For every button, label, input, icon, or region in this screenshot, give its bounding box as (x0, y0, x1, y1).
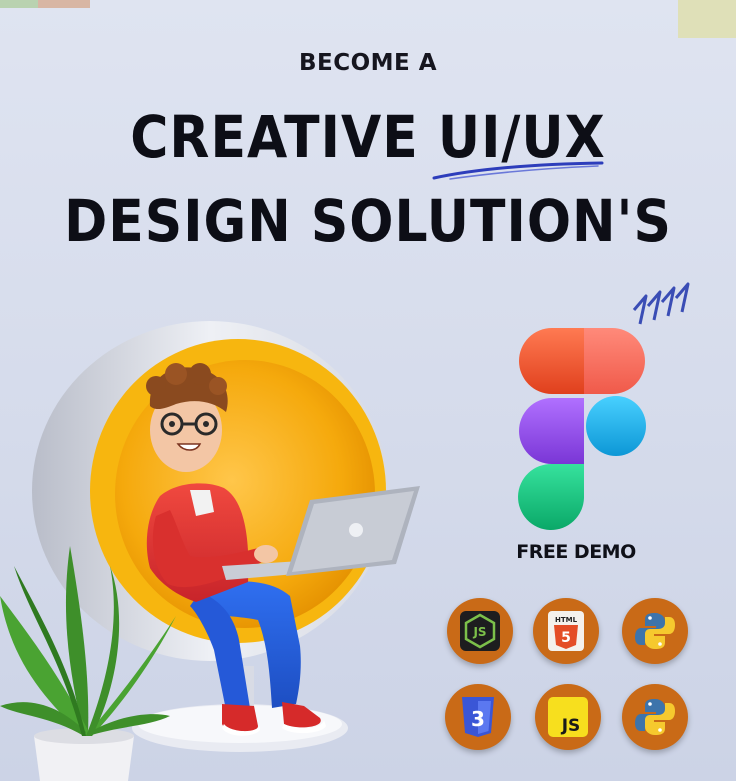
headline-line-2: DESIGN SOLUTION'S (64, 188, 672, 256)
character-hair-curl (165, 363, 187, 385)
nodejs-glyph: JS (460, 611, 500, 651)
css3-icon: 3 (445, 684, 511, 750)
character-hair-curl (209, 377, 227, 395)
python-icon (622, 598, 688, 664)
free-demo-button[interactable]: FREE DEMO (508, 541, 644, 563)
eyebrow-text: BECOME A (298, 50, 438, 76)
python-icon-2 (622, 684, 688, 750)
html5-badge: 5 (561, 630, 571, 646)
brush-underline (432, 161, 604, 180)
css3-badge: 3 (471, 707, 485, 731)
character-hand (254, 545, 278, 563)
html5-icon: HTML 5 (533, 598, 599, 664)
character-hair-curl (146, 376, 166, 396)
python-glyph-2 (635, 699, 675, 735)
headline-creative: CREATIVE (130, 104, 438, 172)
character-hair-curl (189, 363, 211, 385)
html5-label: HTML (555, 616, 578, 624)
designer-illustration (0, 321, 420, 781)
corner-accent-peach (38, 0, 90, 8)
corner-accent-right (678, 0, 736, 38)
python-glyph (635, 613, 675, 649)
laptop-logo-icon (349, 523, 363, 537)
nodejs-label: JS (472, 625, 486, 639)
character-eye (169, 421, 175, 427)
html5-glyph: HTML 5 (548, 611, 584, 651)
corner-accent-green (0, 0, 38, 8)
javascript-icon: JS (535, 684, 601, 750)
character-shoe-right (282, 702, 321, 728)
nodejs-icon: JS (447, 598, 513, 664)
figma-logo-icon (518, 328, 646, 530)
css3-glyph: 3 (462, 697, 494, 737)
corner-accent-left (0, 0, 90, 8)
javascript-glyph: JS (548, 697, 588, 737)
character-eye (203, 421, 209, 427)
javascript-label: JS (561, 716, 581, 736)
headline-line-1: CREATIVE UI/UX (0, 109, 736, 167)
